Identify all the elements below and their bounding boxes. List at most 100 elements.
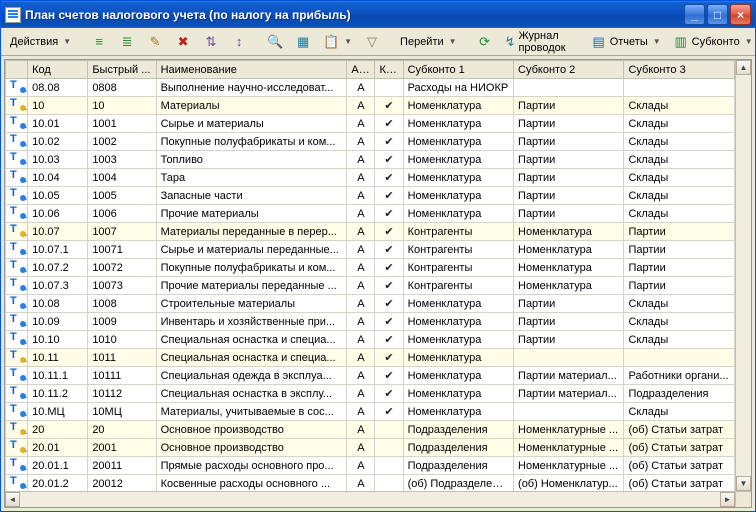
cell-sub2[interactable]: (об) Номенклатур... xyxy=(514,475,624,492)
cell-kol[interactable]: ✔ xyxy=(375,241,403,259)
table-row[interactable]: 2020Основное производствоАПодразделенияН… xyxy=(6,421,735,439)
edit-button[interactable]: ✎ xyxy=(142,31,168,53)
cell-akt[interactable]: А xyxy=(347,169,375,187)
cell-sub2[interactable]: Партии xyxy=(514,331,624,349)
cell-sub3[interactable] xyxy=(624,349,735,367)
cell-bystr[interactable]: 1002 xyxy=(88,133,156,151)
cell-sub3[interactable]: (об) Статьи затрат xyxy=(624,457,735,475)
titlebar[interactable]: План счетов налогового учета (по налогу … xyxy=(1,1,755,28)
cell-kol[interactable]: ✔ xyxy=(375,223,403,241)
cell-sub2[interactable]: Партии материал... xyxy=(514,367,624,385)
cell-kol[interactable]: ✔ xyxy=(375,313,403,331)
maximize-button[interactable]: □ xyxy=(707,4,728,25)
actions-menu[interactable]: Действия▼ xyxy=(5,31,76,53)
cell-name[interactable]: Материалы xyxy=(156,97,347,115)
cell-name[interactable]: Сырье и материалы xyxy=(156,115,347,133)
cell-sub3[interactable]: Склады xyxy=(624,187,735,205)
cell-sub2[interactable]: Партии xyxy=(514,187,624,205)
cell-sub1[interactable]: Номенклатура xyxy=(403,151,513,169)
table-row[interactable]: 10.11.210112Специальная оснастка в экспл… xyxy=(6,385,735,403)
cell-kod[interactable]: 10.11.2 xyxy=(28,385,88,403)
col-sub2[interactable]: Субконто 2 xyxy=(514,61,624,79)
cell-name[interactable]: Материалы переданные в перер... xyxy=(156,223,347,241)
table-row[interactable]: 10.101010Специальная оснастка и специа..… xyxy=(6,331,735,349)
cell-kod[interactable]: 08.08 xyxy=(28,79,88,97)
subkonto-menu[interactable]: ▥Субконто▼ xyxy=(668,31,756,53)
header-row[interactable]: Код Быстрый ... Наименование Акт. Кол. С… xyxy=(6,61,735,79)
cell-name[interactable]: Выполнение научно-исследоват... xyxy=(156,79,347,97)
cell-sub2[interactable] xyxy=(514,349,624,367)
cell-sub3[interactable]: Склады xyxy=(624,205,735,223)
cell-sub1[interactable]: Контрагенты xyxy=(403,259,513,277)
cell-kod[interactable]: 10.07.1 xyxy=(28,241,88,259)
cell-bystr[interactable]: 1011 xyxy=(88,349,156,367)
cell-kod[interactable]: 10.11 xyxy=(28,349,88,367)
cell-bystr[interactable]: 10111 xyxy=(88,367,156,385)
cell-sub1[interactable]: Контрагенты xyxy=(403,241,513,259)
cell-sub3[interactable]: Склады xyxy=(624,133,735,151)
table-row[interactable]: 08.080808Выполнение научно-исследоват...… xyxy=(6,79,735,97)
cell-sub2[interactable]: Партии xyxy=(514,151,624,169)
cell-sub3[interactable]: Партии xyxy=(624,259,735,277)
cell-sub2[interactable]: Номенклатурные ... xyxy=(514,421,624,439)
cell-sub1[interactable]: Подразделения xyxy=(403,457,513,475)
cell-akt[interactable]: А xyxy=(347,367,375,385)
cell-kol[interactable]: ✔ xyxy=(375,97,403,115)
cell-kod[interactable]: 10.05 xyxy=(28,187,88,205)
col-sub3[interactable]: Субконто 3 xyxy=(624,61,735,79)
cell-kod[interactable]: 20.01.2 xyxy=(28,475,88,492)
cell-kod[interactable]: 10.МЦ xyxy=(28,403,88,421)
horizontal-scrollbar[interactable]: ◄ ► xyxy=(5,491,735,507)
cell-akt[interactable]: А xyxy=(347,151,375,169)
move-button[interactable]: ↕ xyxy=(226,31,252,53)
cell-name[interactable]: Основное производство xyxy=(156,421,347,439)
cell-sub1[interactable]: Номенклатура xyxy=(403,97,513,115)
filter-button[interactable]: ▦ xyxy=(290,31,316,53)
cell-sub2[interactable]: Партии xyxy=(514,205,624,223)
cell-sub1[interactable]: Расходы на НИОКР xyxy=(403,79,513,97)
cell-sub2[interactable]: Номенклатурные ... xyxy=(514,457,624,475)
cell-bystr[interactable]: 1006 xyxy=(88,205,156,223)
cell-sub2[interactable]: Партии xyxy=(514,133,624,151)
cell-akt[interactable]: А xyxy=(347,277,375,295)
cell-kod[interactable]: 10.09 xyxy=(28,313,88,331)
cell-name[interactable]: Инвентарь и хозяйственные при... xyxy=(156,313,347,331)
table-row[interactable]: 10.07.210072Покупные полуфабрикаты и ком… xyxy=(6,259,735,277)
cell-sub1[interactable]: (об) Подразделения xyxy=(403,475,513,492)
cell-bystr[interactable]: 10МЦ xyxy=(88,403,156,421)
cell-kod[interactable]: 10.03 xyxy=(28,151,88,169)
cell-kol[interactable]: ✔ xyxy=(375,187,403,205)
scroll-left-button[interactable]: ◄ xyxy=(5,492,20,507)
cell-kol[interactable]: ✔ xyxy=(375,367,403,385)
cell-sub1[interactable]: Номенклатура xyxy=(403,295,513,313)
cell-akt[interactable]: А xyxy=(347,457,375,475)
scroll-track[interactable] xyxy=(20,492,720,507)
cell-name[interactable]: Тара xyxy=(156,169,347,187)
scroll-down-button[interactable]: ▼ xyxy=(736,476,751,491)
cell-akt[interactable]: А xyxy=(347,259,375,277)
table-row[interactable]: 10.061006Прочие материалыА✔НоменклатураП… xyxy=(6,205,735,223)
cell-kod[interactable]: 10.08 xyxy=(28,295,88,313)
journal-button[interactable]: ↯Журнал проводок xyxy=(500,31,576,53)
cell-akt[interactable]: А xyxy=(347,223,375,241)
cell-kol[interactable]: ✔ xyxy=(375,259,403,277)
cell-sub3[interactable]: (об) Статьи затрат xyxy=(624,421,735,439)
cell-sub3[interactable] xyxy=(624,79,735,97)
cell-sub1[interactable]: Номенклатура xyxy=(403,331,513,349)
cell-sub1[interactable]: Номенклатура xyxy=(403,133,513,151)
cell-sub3[interactable]: Склады xyxy=(624,169,735,187)
cell-bystr[interactable]: 10073 xyxy=(88,277,156,295)
cell-sub2[interactable]: Номенклатурные ... xyxy=(514,439,624,457)
table-row[interactable]: 10.091009Инвентарь и хозяйственные при..… xyxy=(6,313,735,331)
table-row[interactable]: 20.01.120011Прямые расходы основного про… xyxy=(6,457,735,475)
col-name[interactable]: Наименование xyxy=(156,61,347,79)
cell-sub2[interactable] xyxy=(514,403,624,421)
cell-kol[interactable]: ✔ xyxy=(375,133,403,151)
cell-bystr[interactable]: 20 xyxy=(88,421,156,439)
cell-sub1[interactable]: Номенклатура xyxy=(403,349,513,367)
cell-bystr[interactable]: 10112 xyxy=(88,385,156,403)
cell-sub1[interactable]: Номенклатура xyxy=(403,403,513,421)
cell-akt[interactable]: А xyxy=(347,205,375,223)
cell-name[interactable]: Покупные полуфабрикаты и ком... xyxy=(156,133,347,151)
cell-sub3[interactable]: Работники органи... xyxy=(624,367,735,385)
